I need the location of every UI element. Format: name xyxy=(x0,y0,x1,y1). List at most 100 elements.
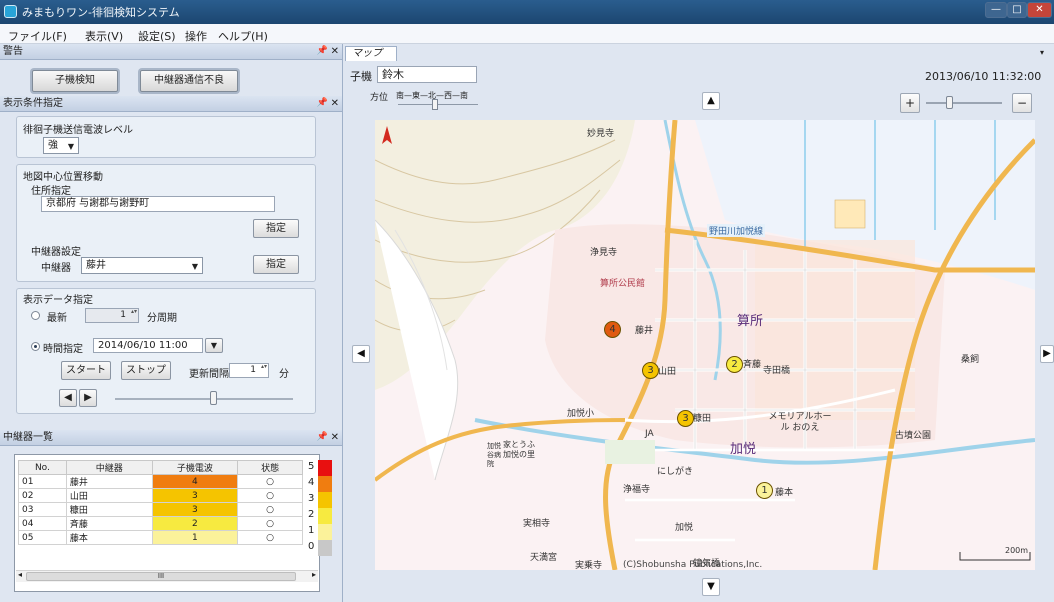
pin-icon[interactable]: 📌 xyxy=(317,44,328,59)
close-button[interactable]: ✕ xyxy=(1027,2,1052,18)
latest-period-spinner[interactable]: 1 xyxy=(85,308,139,323)
place-label: 加悦 xyxy=(675,523,694,533)
marker-label: 斉藤 xyxy=(743,360,762,370)
district-label: 加悦 xyxy=(730,442,757,457)
menu-settings[interactable]: 設定(S) xyxy=(138,28,176,44)
address-apply-button[interactable]: 指定 xyxy=(253,219,299,238)
address-input[interactable]: 京都府 与謝郡与謝野町 xyxy=(41,196,275,212)
step-forward-button[interactable]: ▶ xyxy=(79,389,97,407)
place-label: 天満宮 xyxy=(530,553,558,563)
relay-marker[interactable]: 3 xyxy=(677,410,694,427)
time-radio[interactable] xyxy=(31,342,40,351)
road-label: 野田川加悦線 xyxy=(707,224,766,237)
title-bar: みまもりワン-徘徊検知システム — □ ✕ xyxy=(0,0,1054,24)
direction-slider-track[interactable] xyxy=(398,104,478,105)
relay-marker[interactable]: 4 xyxy=(604,321,621,338)
relay-error-button[interactable]: 中継器通信不良 xyxy=(140,70,238,92)
table-row[interactable]: 02 山田 3 ○ xyxy=(18,488,303,503)
col-no[interactable]: No. xyxy=(18,460,67,475)
relay-select[interactable]: 藤井 ▼ xyxy=(81,257,203,274)
interval-label: 更新間隔 xyxy=(189,369,229,380)
close-panel-icon[interactable]: ✕ xyxy=(331,96,339,111)
relay-panel-header: 中継器一覧 📌 ✕ xyxy=(0,430,342,446)
table-row[interactable]: 01 藤井 4 ○ xyxy=(18,474,303,489)
relay-marker[interactable]: 3 xyxy=(642,362,659,379)
menu-file[interactable]: ファイル(F) xyxy=(8,28,67,44)
row-status: ○ xyxy=(237,502,303,517)
interval-spinner[interactable]: 1 xyxy=(229,363,269,378)
maximize-button[interactable]: □ xyxy=(1007,2,1027,18)
child-label: 子機 xyxy=(350,70,372,83)
col-status[interactable]: 状態 xyxy=(237,460,303,475)
signal-level-select[interactable]: 強 ▼ xyxy=(43,137,79,154)
row-no: 01 xyxy=(18,474,67,489)
stop-button[interactable]: ストップ xyxy=(121,361,171,380)
pan-left-button[interactable]: ◀ xyxy=(352,345,370,363)
place-label: JA xyxy=(645,429,654,439)
legend-swatch xyxy=(318,508,332,524)
close-panel-icon[interactable]: ✕ xyxy=(331,430,339,445)
direction-slider-thumb[interactable] xyxy=(432,99,438,110)
display-panel-title: 表示条件指定 xyxy=(3,98,63,109)
close-panel-icon[interactable]: ✕ xyxy=(331,44,339,59)
table-row[interactable]: 03 糠田 3 ○ xyxy=(18,502,303,517)
zoom-slider-thumb[interactable] xyxy=(945,96,953,109)
start-button[interactable]: スタート xyxy=(61,361,111,380)
data-spec-label: 表示データ指定 xyxy=(23,295,93,306)
tab-menu-icon[interactable]: ▾ xyxy=(1040,48,1044,57)
display-panel-header: 表示条件指定 📌 ✕ xyxy=(0,96,342,112)
map-timestamp: 2013/06/10 11:32:00 xyxy=(925,70,1042,83)
zoom-out-button[interactable]: − xyxy=(1012,93,1032,113)
col-signal[interactable]: 子機電波 xyxy=(151,460,239,475)
pan-up-button[interactable]: ▲ xyxy=(702,92,720,110)
child-detect-button[interactable]: 子機検知 xyxy=(32,70,118,92)
pin-icon[interactable]: 📌 xyxy=(317,96,328,111)
table-row[interactable]: 04 斉藤 2 ○ xyxy=(18,516,303,531)
relay-apply-button[interactable]: 指定 xyxy=(253,255,299,274)
row-status: ○ xyxy=(237,516,303,531)
data-spec-group: 表示データ指定 最新 1 分周期 時間指定 2014/06/10 11:00 ▼… xyxy=(16,288,316,414)
step-back-button[interactable]: ◀ xyxy=(59,389,77,407)
place-label: にしがき xyxy=(657,467,694,477)
playback-slider-thumb[interactable] xyxy=(209,391,217,405)
scroll-left-icon[interactable]: ◂ xyxy=(18,570,22,579)
row-status: ○ xyxy=(237,530,303,545)
place-label: 加悦小 xyxy=(567,409,595,419)
playback-slider-track[interactable] xyxy=(115,398,293,400)
row-level: 3 xyxy=(151,488,239,503)
place-label: 加悦谷病院 xyxy=(487,442,501,468)
pin-icon[interactable]: 📌 xyxy=(317,430,328,445)
menu-view[interactable]: 表示(V) xyxy=(85,28,123,44)
map-view[interactable]: 妙見寺 浄見寺 算所公民館 野田川加悦線 算所 加悦 藤井 山田 斉藤 糠田 藤… xyxy=(375,120,1035,570)
latest-radio[interactable] xyxy=(31,311,40,320)
marker-label: 山田 xyxy=(658,367,677,377)
relay-marker[interactable]: 2 xyxy=(726,356,743,373)
map-copyright: (C)Shobunsha Publications,Inc. xyxy=(623,560,763,570)
scroll-thumb[interactable]: III xyxy=(26,572,296,581)
pan-right-button[interactable]: ▶ xyxy=(1040,345,1054,363)
zoom-slider-track[interactable] xyxy=(926,102,1002,104)
table-row[interactable]: 05 藤本 1 ○ xyxy=(18,530,303,545)
relay-setting-label: 中継器設定 xyxy=(31,247,81,258)
row-name: 糠田 xyxy=(65,502,153,517)
zoom-in-button[interactable]: + xyxy=(900,93,920,113)
child-name-field[interactable]: 鈴木 xyxy=(377,66,477,83)
pan-down-button[interactable]: ▼ xyxy=(702,578,720,596)
row-status: ○ xyxy=(237,474,303,489)
address-label: 住所指定 xyxy=(31,186,71,197)
minimize-button[interactable]: — xyxy=(985,2,1007,18)
marker-label: 藤井 xyxy=(635,326,654,336)
relay-marker[interactable]: 1 xyxy=(756,482,773,499)
time-input[interactable]: 2014/06/10 11:00 xyxy=(93,338,203,353)
row-no: 05 xyxy=(18,530,67,545)
tab-map[interactable]: マップ xyxy=(345,46,397,61)
chevron-down-icon: ▼ xyxy=(67,142,74,151)
menu-operation[interactable]: 操作 xyxy=(185,28,207,44)
scroll-right-icon[interactable]: ▸ xyxy=(312,570,316,579)
calendar-dropdown-button[interactable]: ▼ xyxy=(205,338,223,353)
legend-swatch xyxy=(318,492,332,508)
col-relay[interactable]: 中継器 xyxy=(65,460,153,475)
relay-list-hscrollbar[interactable]: ◂ III ▸ xyxy=(16,570,318,582)
legend-label: 3 xyxy=(308,493,315,504)
menu-help[interactable]: ヘルプ(H) xyxy=(218,28,268,44)
